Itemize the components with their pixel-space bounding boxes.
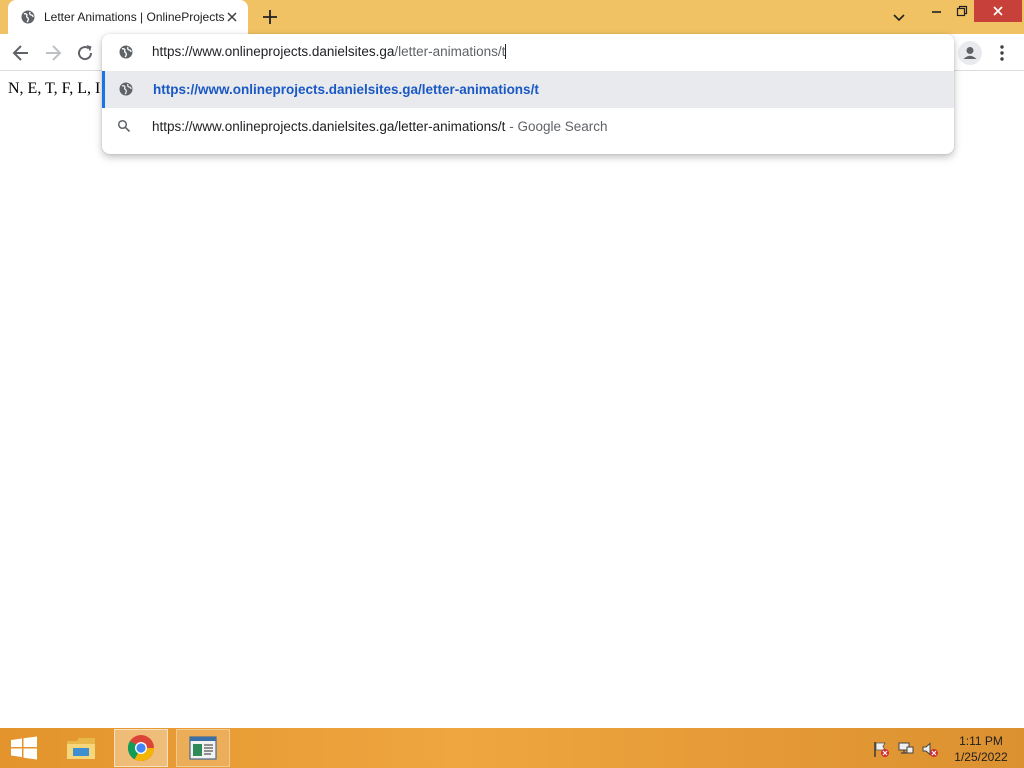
file-explorer-icon [67, 738, 95, 759]
minimize-icon [932, 11, 941, 13]
app-window-icon [189, 736, 217, 760]
windows-start-icon[interactable] [8, 736, 40, 760]
action-center-flag-icon[interactable] [872, 740, 890, 758]
screen: Letter Animations | OnlineProjects N, E,… [0, 0, 1024, 768]
chrome-icon [127, 735, 155, 762]
text-caret [505, 44, 507, 59]
browser-titlebar: Letter Animations | OnlineProjects [0, 0, 1024, 34]
suggestion-search-text: https://www.onlineprojects.danielsites.g… [152, 119, 608, 134]
suggestion-search[interactable]: https://www.onlineprojects.danielsites.g… [102, 108, 954, 145]
avatar-icon [963, 47, 977, 59]
chevron-down-icon[interactable] [888, 7, 910, 27]
close-window-button[interactable] [974, 0, 1022, 22]
minimize-button[interactable] [924, 0, 950, 22]
forward-arrow-icon[interactable] [42, 42, 64, 64]
taskbar-app-window[interactable] [176, 729, 230, 767]
clock-date: 1/25/2022 [954, 750, 1008, 764]
globe-icon [21, 10, 35, 24]
suggestion-search-engine: Google Search [517, 119, 608, 134]
taskbar [0, 728, 1024, 768]
restore-button[interactable] [950, 0, 974, 22]
page-content-text: N, E, T, F, L, I [8, 80, 101, 97]
profile-button[interactable] [958, 41, 982, 65]
suggestion-url[interactable]: https://www.onlineprojects.danielsites.g… [102, 71, 954, 108]
clock-time: 1:11 PM [959, 734, 1003, 748]
address-host: https://www.onlineprojects.danielsites.g… [152, 44, 395, 59]
suggestion-separator: - [505, 119, 518, 134]
taskbar-chrome[interactable] [114, 729, 168, 767]
network-icon[interactable] [897, 740, 915, 758]
close-icon [993, 6, 1003, 16]
new-tab-icon[interactable] [260, 8, 280, 26]
address-input[interactable]: https://www.onlineprojects.danielsites.g… [152, 44, 507, 59]
volume-muted-icon[interactable] [921, 740, 939, 758]
taskbar-clock[interactable]: 1:11 PM 1/25/2022 [946, 733, 1016, 765]
search-icon [117, 119, 131, 133]
globe-icon [119, 82, 133, 96]
suggestion-search-query: https://www.onlineprojects.danielsites.g… [152, 119, 506, 134]
address-path: /letter-animations/t [394, 44, 506, 59]
close-tab-icon[interactable] [225, 10, 239, 24]
omnibox-dropdown: https://www.onlineprojects.danielsites.g… [102, 34, 954, 154]
browser-tab[interactable]: Letter Animations | OnlineProjects [8, 0, 248, 34]
back-arrow-icon[interactable] [10, 42, 32, 64]
suggestion-url-text: https://www.onlineprojects.danielsites.g… [153, 82, 539, 97]
taskbar-file-explorer[interactable] [54, 729, 108, 767]
tab-title: Letter Animations | OnlineProjects [44, 10, 225, 24]
reload-icon[interactable] [74, 42, 96, 64]
address-bar[interactable]: https://www.onlineprojects.danielsites.g… [102, 34, 954, 70]
more-vert-icon[interactable] [994, 42, 1010, 64]
restore-icon [956, 5, 968, 17]
globe-icon [119, 45, 133, 59]
